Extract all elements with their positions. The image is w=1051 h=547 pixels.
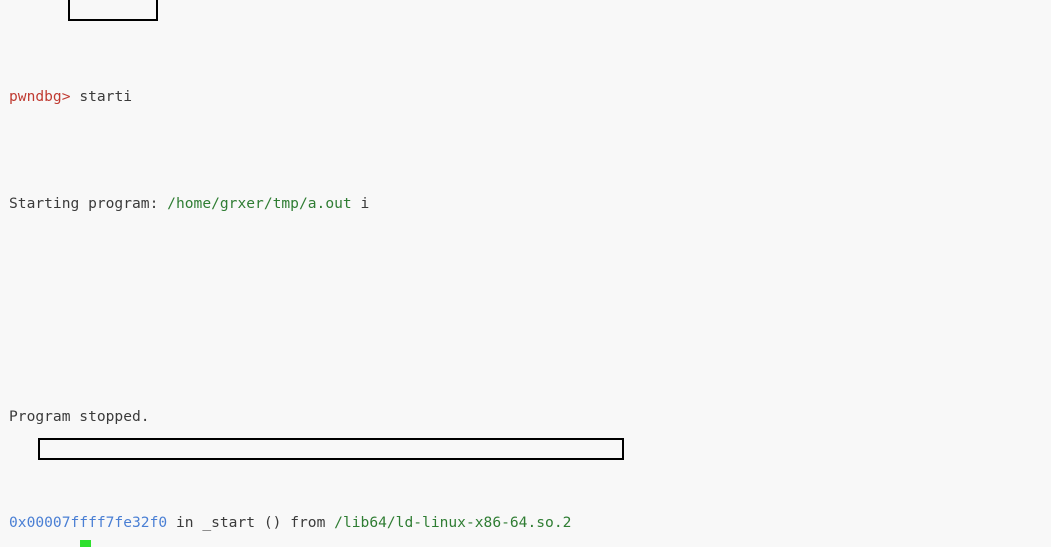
stop-parens: ()	[263, 514, 282, 532]
starting-label: Starting program:	[9, 194, 159, 212]
backtrace-frame-highlight-box	[38, 438, 624, 460]
stop-location-line: 0x00007ffff7fe32f0 in _start () from /li…	[9, 512, 1051, 533]
text-cursor	[80, 540, 91, 547]
command-line-starti: pwndbg> starti	[9, 86, 1051, 107]
starting-program-path: /home/grxer/tmp/a.out	[167, 194, 352, 212]
command-text-starti	[71, 88, 80, 105]
stop-from-keyword: from	[290, 514, 326, 532]
stop-symbol: _start	[202, 514, 256, 532]
program-stopped-line: Program stopped.	[9, 406, 1051, 427]
stop-in-keyword: in	[175, 514, 194, 532]
program-stopped-text: Program stopped.	[9, 407, 150, 425]
shell-prompt: pwndbg>	[9, 88, 71, 106]
starting-program-line: Starting program: /home/grxer/tmp/a.out …	[9, 193, 1051, 214]
terminal-window[interactable]: pwndbg> starti Starting program: /home/g…	[0, 0, 1051, 547]
command-highlight-box	[68, 0, 158, 21]
stop-address: 0x00007ffff7fe32f0	[9, 514, 168, 532]
stop-library-path: /lib64/ld-linux-x86-64.so.2	[334, 514, 572, 532]
command-starti[interactable]: starti	[79, 88, 132, 105]
starting-program-arg: i	[360, 194, 370, 212]
